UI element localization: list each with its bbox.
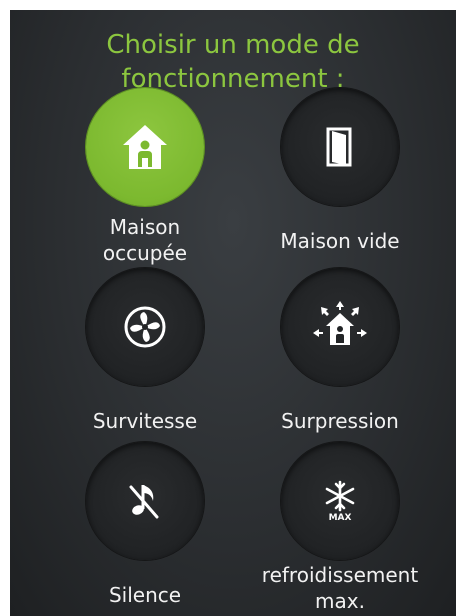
mode-survitesse-button[interactable]: Survitesse	[45, 268, 245, 434]
page-title: Choisir un mode de fonctionnement :	[106, 30, 360, 94]
mode-maison-vide-label: Maison vide	[280, 229, 400, 253]
mode-maison-occupee-button[interactable]: Maison occupée	[45, 88, 245, 266]
mode-maison-occupee-label: Maison occupée	[102, 215, 188, 265]
door-icon	[320, 125, 360, 169]
house-pressure-icon	[309, 299, 371, 355]
mode-maison-occupee-circle[interactable]	[86, 88, 204, 206]
max-icon-text: MAX	[328, 512, 352, 523]
mode-maison-vide-button[interactable]: Maison vide	[240, 88, 440, 254]
mode-surpression-button[interactable]: Surpression	[240, 268, 440, 434]
mode-refroidissement-max-button[interactable]: MAX refroidissement max.	[240, 442, 440, 614]
mode-refroidissement-max-label: refroidissement max.	[261, 563, 419, 613]
mode-surpression-circle[interactable]	[281, 268, 399, 386]
mode-selection-panel: Choisir un mode de fonctionnement : Mais…	[10, 10, 456, 616]
fan-icon	[122, 304, 168, 350]
mode-silence-button[interactable]: Silence	[45, 442, 245, 608]
mode-survitesse-circle[interactable]	[86, 268, 204, 386]
mode-refroidissement-max-circle[interactable]: MAX	[281, 442, 399, 560]
mode-survitesse-label: Survitesse	[92, 409, 198, 433]
mode-maison-vide-circle[interactable]	[281, 88, 399, 206]
mode-silence-label: Silence	[108, 583, 182, 607]
house-person-icon	[119, 121, 171, 173]
music-muted-icon	[123, 479, 167, 523]
mode-surpression-label: Surpression	[281, 409, 399, 433]
mode-silence-circle[interactable]	[86, 442, 204, 560]
snowflake-max-icon: MAX	[322, 480, 358, 523]
